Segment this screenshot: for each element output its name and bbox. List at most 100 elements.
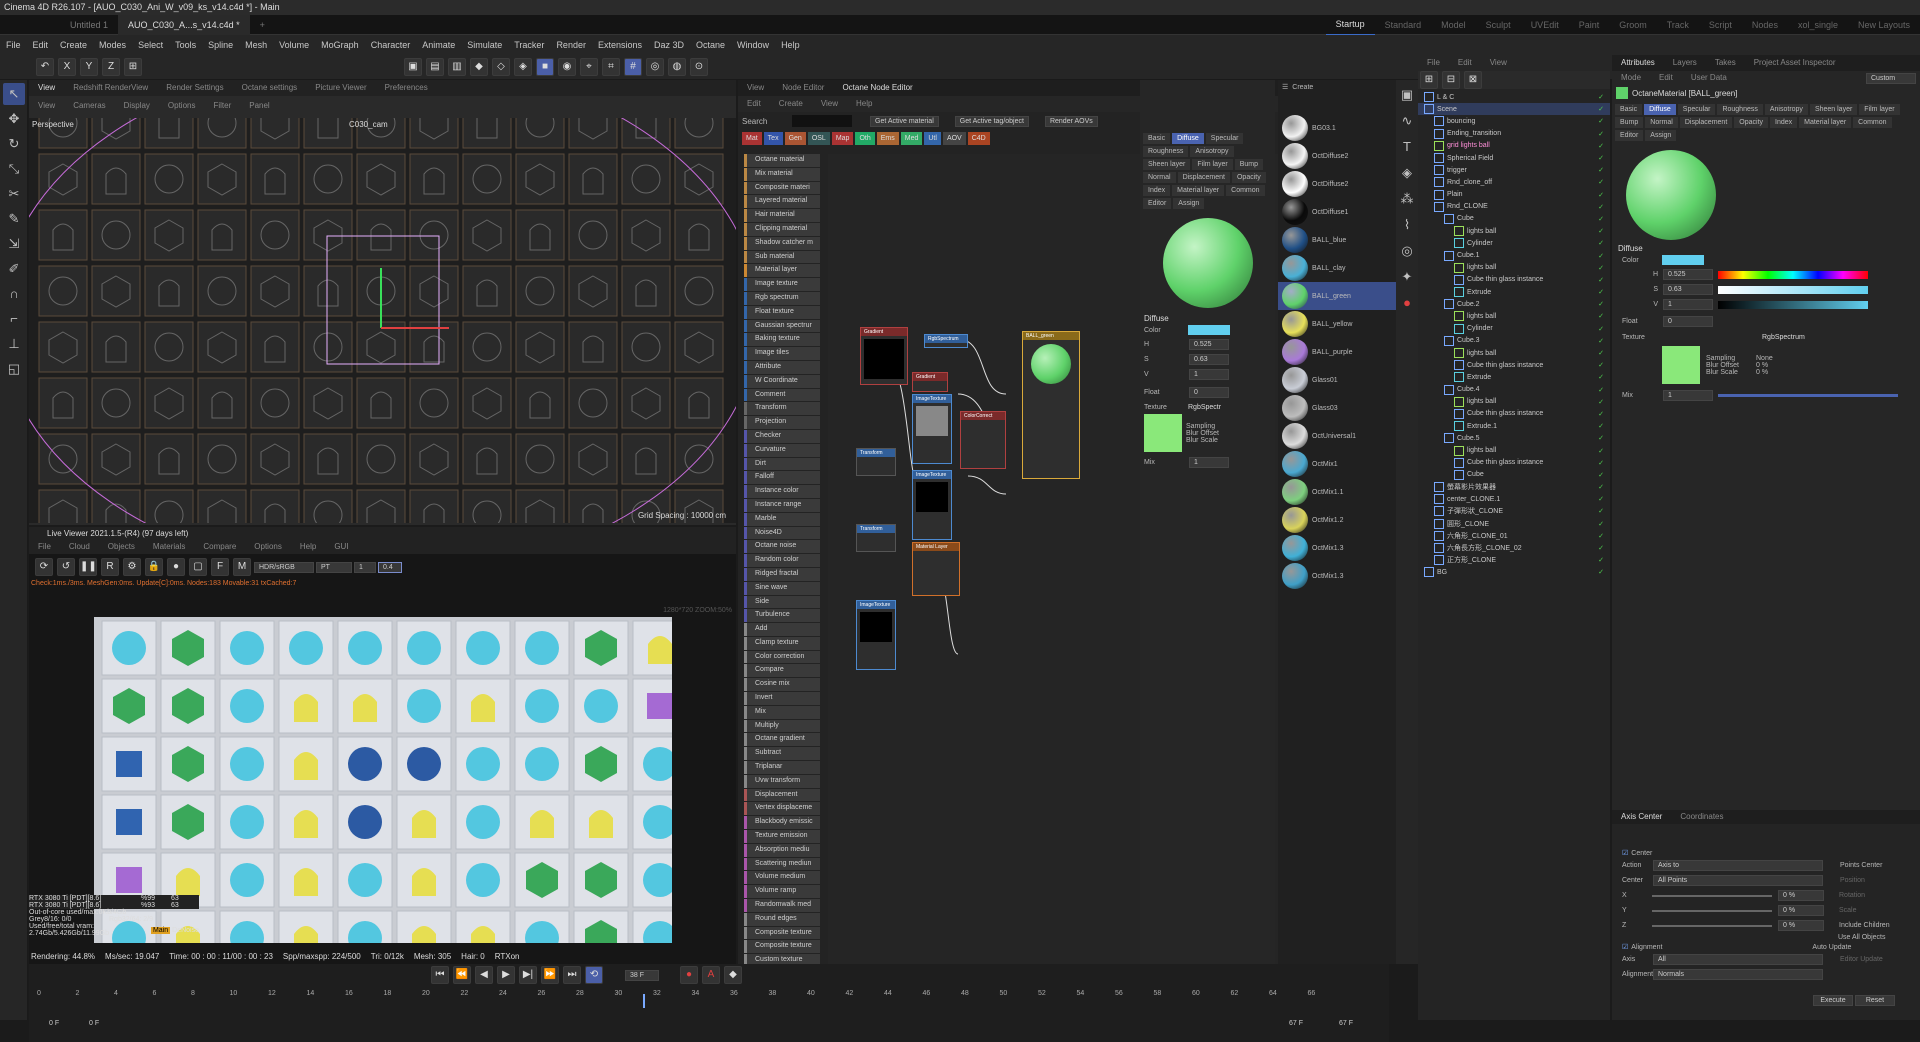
focus-icon[interactable]: ● — [167, 558, 185, 576]
om-tool-2-icon[interactable]: ⊟ — [1442, 71, 1460, 89]
node-list-item[interactable]: Subtract — [744, 747, 820, 761]
menu-9[interactable]: MoGraph — [315, 35, 365, 55]
mat-tab-2[interactable]: Specular — [1205, 133, 1244, 144]
visibility-icon[interactable]: ✓ — [1598, 556, 1604, 564]
node-list-item[interactable]: Texture emission — [744, 830, 820, 843]
record-key-icon[interactable]: ● — [680, 966, 698, 984]
visibility-icon[interactable]: ✓ — [1598, 276, 1604, 284]
node-list-item[interactable]: Sine wave — [744, 581, 820, 595]
render-view-icon[interactable]: ▣ — [404, 58, 422, 76]
z-axis-button[interactable]: Z — [102, 58, 120, 76]
layout-tab-2[interactable]: Model — [1431, 15, 1476, 35]
node-list-item[interactable]: Turbulence — [744, 609, 820, 623]
lv-menu-7[interactable]: GUI — [325, 539, 357, 555]
node-list-item[interactable]: Mix material — [744, 167, 820, 181]
viewport-tab-1[interactable]: Redshift RenderView — [64, 80, 157, 96]
timeline-ruler[interactable]: 0 2 4 6 8 10 12 14 16 18 20 22 24 26 28 30 32 34 36 38 40 42 4… — [37, 990, 1337, 1006]
object-row[interactable]: Cube.4 ✓ — [1418, 384, 1610, 396]
material-item[interactable]: OctDiffuse2 — [1278, 142, 1396, 170]
node-list-item[interactable]: Projection — [744, 416, 820, 429]
ne-menu-3[interactable]: Help — [847, 96, 881, 112]
texture-swatch[interactable] — [1144, 414, 1182, 452]
move-icon[interactable]: ✥ — [3, 108, 25, 130]
material-item[interactable]: BALL_green — [1278, 282, 1396, 310]
object-row[interactable]: 圓形_CLONE ✓ — [1418, 518, 1610, 530]
layout-tab-8[interactable]: Script — [1699, 15, 1742, 35]
menu-13[interactable]: Tracker — [508, 35, 550, 55]
attr-mix-input[interactable]: 1 — [1663, 390, 1713, 401]
points-mode-icon[interactable]: ◇ — [492, 58, 510, 76]
visibility-icon[interactable]: ✓ — [1598, 312, 1604, 320]
object-row[interactable]: 螢幕影片效果器 ✓ — [1418, 481, 1610, 493]
viewport-menu-0[interactable]: View — [29, 98, 64, 114]
menu-8[interactable]: Volume — [273, 35, 315, 55]
end-frame-2[interactable]: 67 F — [1339, 1020, 1389, 1027]
render-settings-icon[interactable]: ▥ — [448, 58, 466, 76]
object-row[interactable]: Cube.1 ✓ — [1418, 249, 1610, 261]
attr-tab-1[interactable]: Layers — [1664, 55, 1706, 71]
search-input[interactable] — [792, 115, 852, 127]
category-tab-10[interactable]: C4D — [967, 131, 990, 145]
category-tab-6[interactable]: Ems — [876, 131, 899, 145]
z-slider[interactable] — [1652, 924, 1772, 927]
cloner-icon[interactable]: ⁂ — [1399, 188, 1415, 210]
ne-menu-1[interactable]: Create — [770, 96, 812, 112]
visibility-icon[interactable]: ✓ — [1598, 447, 1604, 455]
mat-tab-7[interactable]: Bump — [1234, 159, 1263, 170]
action-select[interactable]: Axis to — [1653, 860, 1823, 871]
grid-icon[interactable]: # — [624, 58, 642, 76]
node-list-item[interactable]: Side — [744, 595, 820, 609]
attr-subtab-15[interactable]: Assign — [1645, 130, 1677, 141]
visibility-icon[interactable]: ✓ — [1598, 288, 1604, 296]
category-tab-9[interactable]: AOV — [942, 131, 966, 145]
material-item[interactable]: BALL_blue — [1278, 226, 1396, 254]
visibility-icon[interactable]: ✓ — [1598, 507, 1604, 515]
attr-subtab-10[interactable]: Opacity — [1734, 117, 1769, 128]
ne-button-2[interactable]: Render AOVs — [1044, 115, 1098, 127]
node-list-item[interactable]: Blackbody emissic — [744, 816, 820, 830]
menu-7[interactable]: Mesh — [239, 35, 273, 55]
node-list-item[interactable]: Image tiles — [744, 347, 820, 360]
mat-tab-12[interactable]: Material layer — [1172, 185, 1225, 196]
object-row[interactable]: Rnd_CLONE ✓ — [1418, 201, 1610, 213]
mat-tab-13[interactable]: Common — [1226, 185, 1265, 196]
snap-icon[interactable]: ⌖ — [580, 58, 598, 76]
menu-19[interactable]: Help — [775, 35, 806, 55]
text-icon[interactable]: T — [1399, 136, 1415, 158]
visibility-icon[interactable]: ✓ — [1598, 93, 1604, 101]
menu-3[interactable]: Modes — [93, 35, 132, 55]
value-input-1[interactable]: 1 — [354, 561, 376, 573]
visibility-icon[interactable]: ✓ — [1598, 203, 1604, 211]
node-list-item[interactable]: Instance range — [744, 498, 820, 512]
loop-icon[interactable]: ⟲ — [585, 966, 603, 984]
menu-1[interactable]: Edit — [27, 35, 55, 55]
layout-tab-10[interactable]: xol_single — [1788, 15, 1848, 35]
restart-icon[interactable]: ↺ — [57, 558, 75, 576]
node-list-item[interactable]: Composite texture — [744, 940, 820, 954]
node-list-item[interactable]: Dirt — [744, 457, 820, 471]
object-row[interactable]: Cube thin glass instance ✓ — [1418, 359, 1610, 371]
viewport-menu-4[interactable]: Filter — [204, 98, 240, 114]
node-colorcorrect[interactable]: ColorCorrect — [960, 411, 1006, 469]
attr-subtab-1[interactable]: Diffuse — [1644, 104, 1676, 115]
visibility-icon[interactable]: ✓ — [1598, 471, 1604, 479]
pause-icon[interactable]: ❚❚ — [79, 558, 97, 576]
y-input[interactable]: 0 % — [1778, 905, 1824, 916]
node-list-item[interactable]: Triplanar — [744, 761, 820, 774]
use-all-checkbox[interactable]: Use All Objects — [1838, 934, 1885, 941]
tab-coordinates[interactable]: Coordinates — [1671, 809, 1732, 825]
node-list-item[interactable]: Attribute — [744, 360, 820, 374]
render-picture-icon[interactable]: ▤ — [426, 58, 444, 76]
attr-subtab-9[interactable]: Displacement — [1679, 117, 1733, 128]
include-children-checkbox[interactable]: Include Children — [1839, 922, 1890, 929]
attr-subtab-0[interactable]: Basic — [1615, 104, 1643, 115]
filter-icon[interactable]: F — [211, 558, 229, 576]
node-list-item[interactable]: Transform — [744, 402, 820, 416]
node-list-item[interactable]: Invert — [744, 692, 820, 705]
material-item[interactable]: OctMix1.2 — [1278, 506, 1396, 534]
attr-subtab-14[interactable]: Editor — [1615, 130, 1644, 141]
node-list-item[interactable]: Octane material — [744, 154, 820, 167]
node-list-item[interactable]: Scattering mediun — [744, 857, 820, 871]
object-row[interactable]: lights ball ✓ — [1418, 262, 1610, 274]
edges-mode-icon[interactable]: ◈ — [514, 58, 532, 76]
